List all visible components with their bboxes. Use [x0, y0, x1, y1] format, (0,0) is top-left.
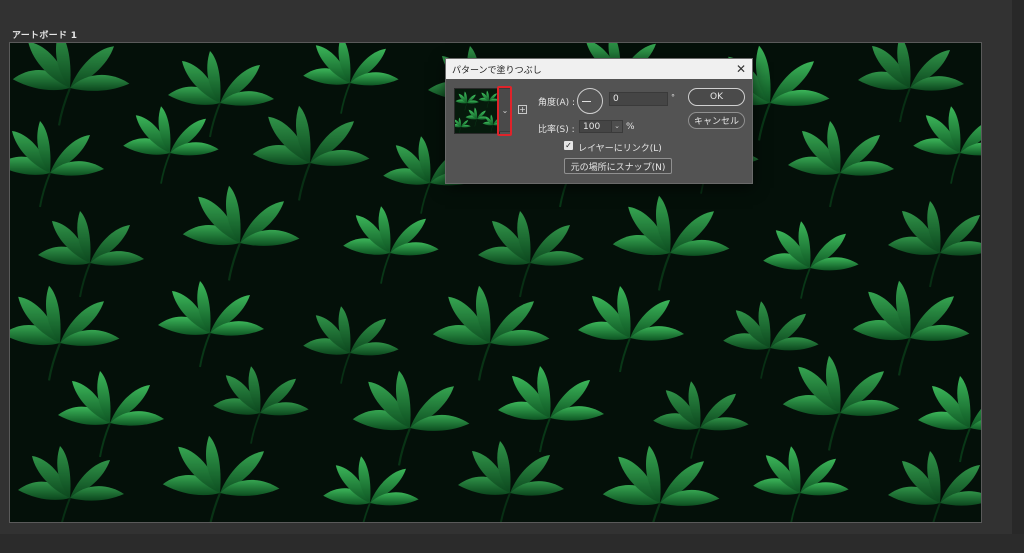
- status-bar: [0, 534, 1024, 553]
- scale-input[interactable]: [579, 120, 612, 133]
- angle-dial[interactable]: [577, 88, 603, 114]
- dialog-titlebar[interactable]: パターンで塗りつぶし ✕: [446, 59, 752, 79]
- link-layer-checkbox[interactable]: ✓: [564, 141, 573, 150]
- snap-to-origin-button[interactable]: 元の場所にスナップ(N): [564, 158, 672, 174]
- cancel-button[interactable]: キャンセル: [688, 112, 745, 129]
- angle-hand: [582, 101, 591, 102]
- artboard-label: アートボード 1: [12, 31, 78, 41]
- pattern-picker-dropdown[interactable]: ⌄: [498, 88, 512, 132]
- angle-input[interactable]: [609, 92, 668, 106]
- scale-dropdown[interactable]: ⌄: [611, 120, 623, 133]
- right-panel-strip: [1012, 0, 1024, 553]
- pattern-preview[interactable]: [454, 88, 500, 134]
- scale-label: 比率(S) :: [538, 125, 575, 135]
- pattern-thumbnail: [455, 89, 499, 133]
- scale-unit: %: [626, 122, 635, 132]
- new-preset-icon[interactable]: +: [518, 105, 527, 114]
- angle-label: 角度(A) :: [538, 98, 576, 108]
- dialog-title: パターンで塗りつぶし: [452, 65, 542, 76]
- angle-unit: °: [671, 93, 675, 102]
- chevron-down-icon: ⌄: [501, 105, 509, 115]
- close-icon[interactable]: ✕: [736, 63, 746, 75]
- ok-button[interactable]: OK: [688, 88, 745, 106]
- fill-pattern-dialog: パターンで塗りつぶし ✕ ⌄ + 角度(A) : ° 比率(S) : ⌄ % ✓…: [445, 58, 753, 184]
- link-layer-label[interactable]: レイヤーにリンク(L): [578, 141, 662, 154]
